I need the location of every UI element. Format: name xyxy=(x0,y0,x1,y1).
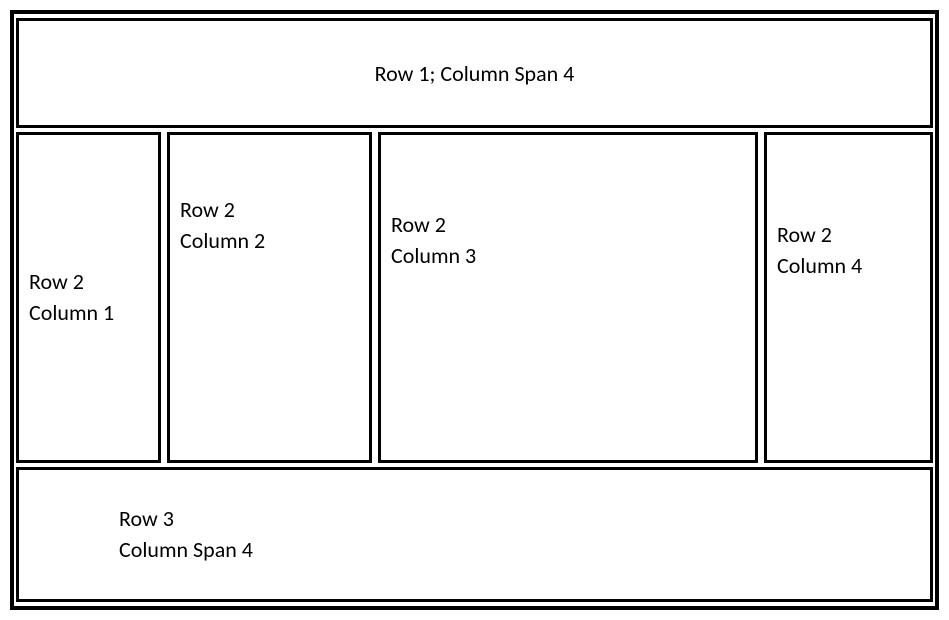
row-2-col-3-cell: Row 2 Column 3 xyxy=(378,132,758,463)
row-2: Row 2 Column 1 Row 2 Column 2 Row 2 Colu… xyxy=(16,132,933,463)
row-3-cell: Row 3 Column Span 4 xyxy=(16,467,933,602)
row-2-col-1-line-1: Row 2 xyxy=(29,267,158,298)
table-diagram: Row 1; Column Span 4 Row 2 Column 1 Row … xyxy=(10,10,939,610)
row-2-col-3-line-2: Column 3 xyxy=(391,241,755,272)
row-2-col-4-cell: Row 2 Column 4 xyxy=(764,132,933,463)
row-2-col-3-line-1: Row 2 xyxy=(391,210,755,241)
row-1-label: Row 1; Column Span 4 xyxy=(375,60,575,87)
row-2-col-2-cell: Row 2 Column 2 xyxy=(167,132,372,463)
row-3-line-1: Row 3 xyxy=(119,504,930,535)
row-2-col-4-line-1: Row 2 xyxy=(777,220,930,251)
row-3-line-2: Column Span 4 xyxy=(119,535,930,566)
row-2-col-1-cell: Row 2 Column 1 xyxy=(16,132,161,463)
row-2-col-1-line-2: Column 1 xyxy=(29,298,158,329)
row-2-col-2-line-2: Column 2 xyxy=(180,226,369,257)
row-1-cell: Row 1; Column Span 4 xyxy=(16,18,933,128)
row-2-col-4-line-2: Column 4 xyxy=(777,251,930,282)
row-2-col-2-line-1: Row 2 xyxy=(180,195,369,226)
